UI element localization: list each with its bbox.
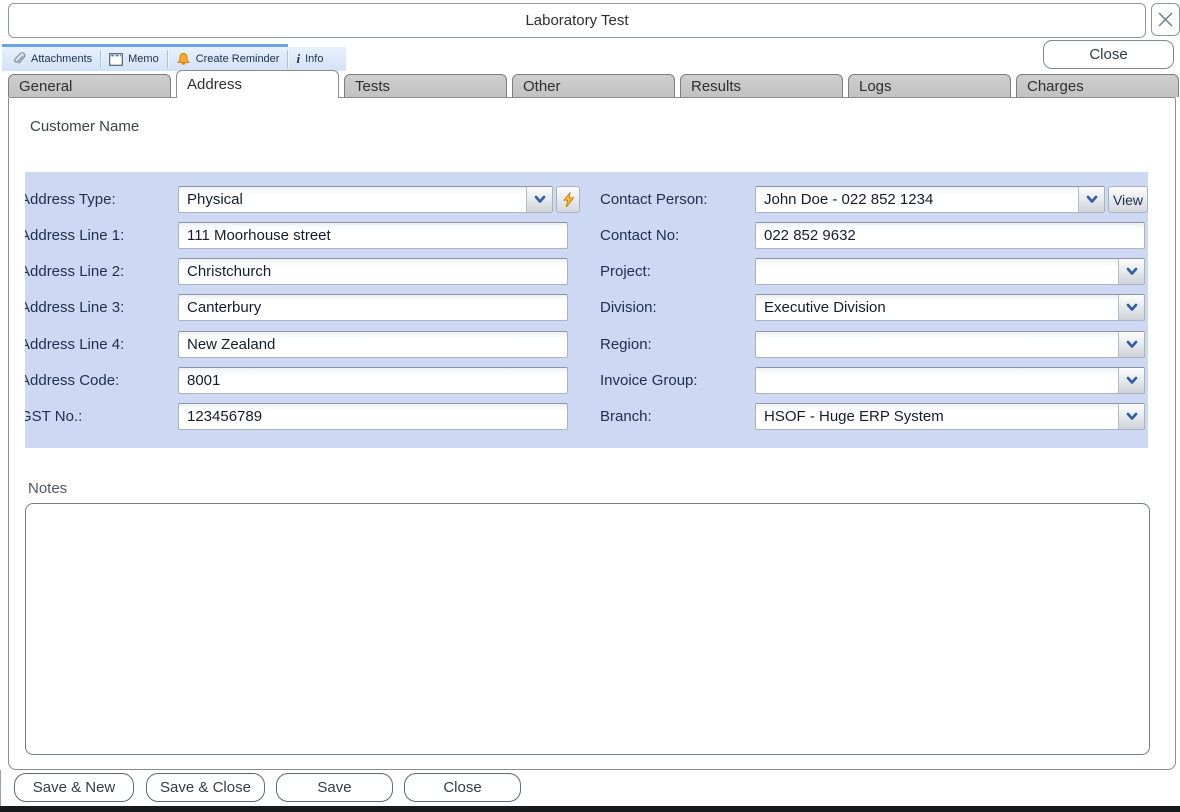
close-x-button[interactable]: [1151, 3, 1180, 36]
division-dropdown[interactable]: Executive Division: [755, 294, 1145, 321]
titlebar: Laboratory Test: [8, 3, 1146, 38]
region-dropdown[interactable]: [755, 331, 1145, 358]
save-button[interactable]: Save: [276, 773, 393, 802]
close-button-top[interactable]: Close: [1043, 40, 1174, 69]
division-label: Division:: [600, 294, 657, 321]
quick-action-button[interactable]: [556, 186, 580, 213]
contact-person-dropdown[interactable]: John Doe - 022 852 1234: [755, 186, 1105, 213]
address-line3-input[interactable]: [178, 294, 568, 321]
branch-dropdown[interactable]: HSOF - Huge ERP System: [755, 403, 1145, 430]
toolbar-separator: [287, 50, 288, 68]
save-close-button[interactable]: Save & Close: [146, 773, 265, 802]
notes-textarea[interactable]: [25, 503, 1150, 755]
toolbar-label: Memo: [128, 53, 159, 65]
dropdown-button[interactable]: [526, 187, 552, 212]
chevron-down-icon: [1126, 340, 1138, 349]
division-value: Executive Division: [756, 295, 1118, 320]
address-line2-input[interactable]: [178, 258, 568, 285]
chevron-down-icon: [1126, 376, 1138, 385]
chevron-down-icon: [1126, 412, 1138, 421]
notes-label: Notes: [28, 480, 67, 497]
bell-icon: [176, 52, 191, 67]
view-contact-button[interactable]: View: [1108, 186, 1148, 213]
memo-icon: [109, 53, 123, 66]
address-code-input[interactable]: [178, 367, 568, 394]
toolbar-separator: [167, 50, 168, 68]
gst-no-label: GST No.:: [25, 403, 82, 430]
toolbar-label: Create Reminder: [196, 53, 280, 65]
address-type-label: Address Type:: [25, 186, 116, 213]
attachments-button[interactable]: Attachments: [6, 49, 98, 69]
tab-address[interactable]: Address: [176, 70, 339, 98]
tab-logs[interactable]: Logs: [848, 74, 1011, 97]
tab-tests[interactable]: Tests: [344, 74, 507, 97]
tab-charges[interactable]: Charges: [1016, 74, 1179, 97]
paperclip-icon: [12, 52, 26, 66]
address-line3-label: Address Line 3:: [25, 294, 124, 321]
address-line4-input[interactable]: [178, 331, 568, 358]
region-label: Region:: [600, 331, 652, 358]
invoice-group-value: [756, 368, 1118, 393]
chevron-down-icon: [1126, 303, 1138, 312]
contact-person-label: Contact Person:: [600, 186, 708, 213]
dropdown-button[interactable]: [1118, 368, 1144, 393]
address-type-value: Physical: [179, 187, 526, 212]
footer-bar: Save & New Save & Close Save Close: [0, 770, 1180, 806]
gst-no-input[interactable]: [178, 403, 568, 430]
contact-no-label: Contact No:: [600, 222, 679, 249]
window-title: Laboratory Test: [525, 12, 628, 29]
contact-person-value: John Doe - 022 852 1234: [756, 187, 1078, 212]
dropdown-button[interactable]: [1118, 295, 1144, 320]
chevron-down-icon: [1126, 267, 1138, 276]
toolbar: Attachments Memo Create Reminder i Info: [2, 47, 346, 71]
address-code-label: Address Code:: [25, 367, 119, 394]
close-button-bottom[interactable]: Close: [404, 773, 521, 802]
project-dropdown[interactable]: [755, 258, 1145, 285]
dropdown-button[interactable]: [1118, 332, 1144, 357]
address-line2-label: Address Line 2:: [25, 258, 124, 285]
branch-label: Branch:: [600, 403, 652, 430]
invoice-group-dropdown[interactable]: [755, 367, 1145, 394]
lightning-icon: [562, 192, 575, 208]
memo-button[interactable]: Memo: [103, 49, 165, 69]
dropdown-button[interactable]: [1078, 187, 1104, 212]
address-line4-label: Address Line 4:: [25, 331, 124, 358]
address-type-dropdown[interactable]: Physical: [178, 186, 553, 213]
info-icon: i: [296, 51, 300, 67]
address-form-panel: Address Type: Physical Contact Person:: [25, 172, 1148, 448]
address-line1-label: Address Line 1:: [25, 222, 124, 249]
tab-results[interactable]: Results: [680, 74, 843, 97]
laboratory-test-dialog: Laboratory Test Attachments Memo: [0, 0, 1180, 812]
window-bottom-edge: [0, 806, 1180, 812]
invoice-group-label: Invoice Group:: [600, 367, 698, 394]
contact-no-input[interactable]: [755, 222, 1145, 249]
dropdown-button[interactable]: [1118, 404, 1144, 429]
tab-other[interactable]: Other: [512, 74, 675, 97]
chevron-down-icon: [534, 195, 546, 204]
region-value: [756, 332, 1118, 357]
save-new-button[interactable]: Save & New: [14, 773, 134, 802]
toolbar-label: Attachments: [31, 53, 92, 65]
branch-value: HSOF - Huge ERP System: [756, 404, 1118, 429]
project-label: Project:: [600, 258, 651, 285]
tab-general[interactable]: General: [8, 74, 171, 97]
project-value: [756, 259, 1118, 284]
address-line1-input[interactable]: [178, 222, 568, 249]
toolbar-separator: [100, 50, 101, 68]
create-reminder-button[interactable]: Create Reminder: [170, 49, 286, 69]
customer-name-label: Customer Name: [30, 118, 139, 135]
dropdown-button[interactable]: [1118, 259, 1144, 284]
chevron-down-icon: [1086, 195, 1098, 204]
close-icon: [1157, 11, 1174, 28]
info-button[interactable]: i Info: [290, 49, 329, 69]
toolbar-label: Info: [305, 53, 323, 65]
